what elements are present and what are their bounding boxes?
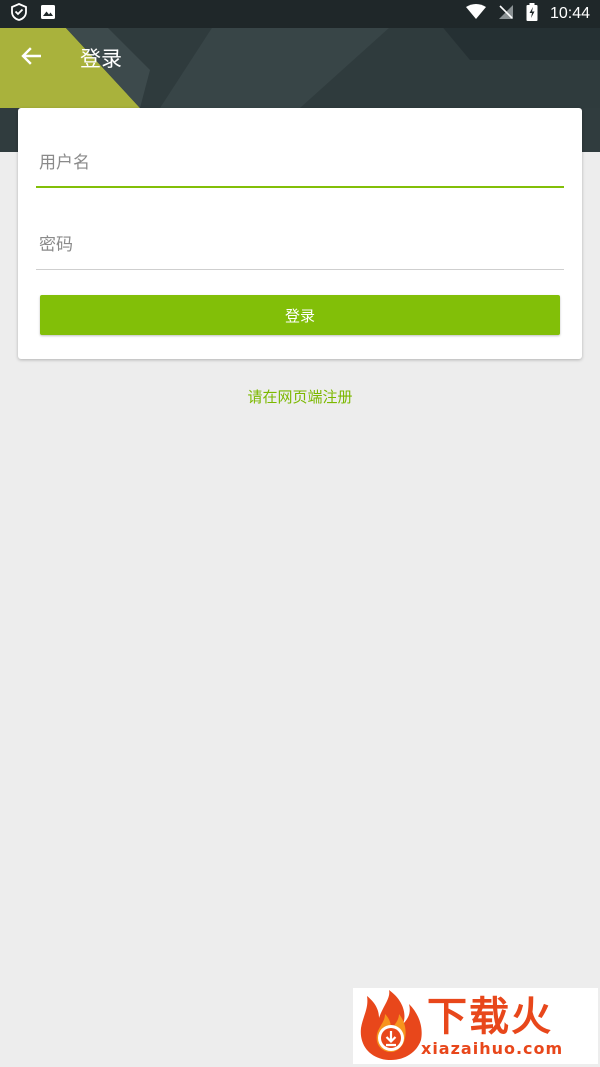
watermark-brand-cn: 下载火 [427, 994, 553, 1040]
login-card: 登录 [18, 108, 582, 359]
password-underline [36, 269, 564, 270]
battery-charging-icon [526, 3, 538, 25]
flame-logo-icon [355, 990, 427, 1066]
password-input[interactable] [36, 220, 564, 270]
back-button[interactable] [0, 28, 62, 88]
status-time: 10:44 [549, 5, 590, 22]
register-link[interactable]: 请在网页端注册 [0, 386, 600, 407]
image-icon [40, 4, 56, 24]
arrow-left-icon [21, 47, 42, 69]
watermark-brand-en: xiazaihuo.com [421, 1039, 564, 1058]
watermark: 下载火 xiazaihuo.com [353, 988, 598, 1064]
login-button[interactable]: 登录 [40, 295, 560, 335]
no-signal-icon [498, 4, 514, 24]
username-underline [36, 186, 564, 188]
wifi-icon [465, 4, 486, 24]
password-field-container [36, 220, 564, 270]
page-title: 登录 [80, 47, 122, 71]
username-field-container [36, 138, 564, 188]
username-input[interactable] [36, 138, 564, 188]
status-bar: 10:44 [0, 0, 600, 28]
shield-icon [10, 3, 28, 25]
app-bar: 登录 [0, 28, 600, 88]
